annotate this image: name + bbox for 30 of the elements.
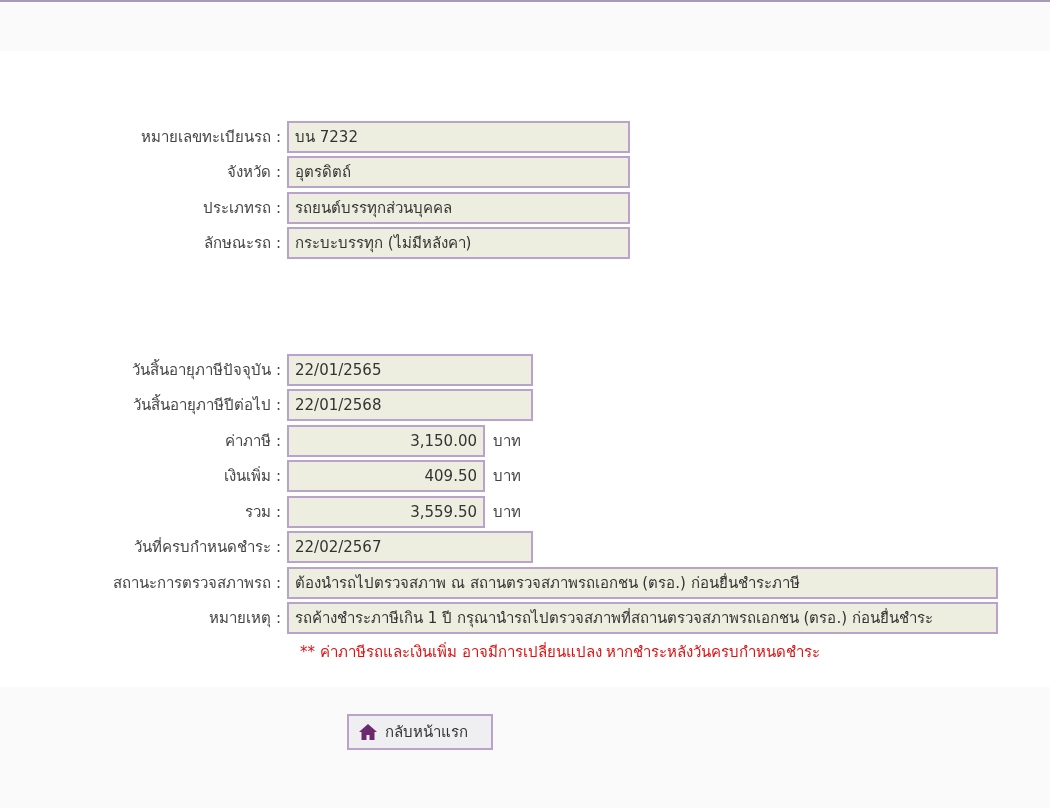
readonly-field[interactable]: บน 7232	[287, 120, 630, 153]
field-label: หมายเหตุ :	[208, 608, 282, 630]
readonly-field[interactable]: กระบะบรรทุก (ไม่มีหลังคา)	[287, 227, 630, 260]
currency-unit: บาท	[493, 466, 521, 488]
readonly-field[interactable]: 3,559.50	[287, 495, 485, 528]
field-label: รวม :	[244, 501, 282, 523]
field-label: ประเภทรถ :	[202, 197, 282, 219]
readonly-field[interactable]: อุตรดิตถ์	[287, 156, 630, 189]
readonly-field[interactable]: รถยนต์บรรทุกส่วนบุคคล	[287, 191, 630, 224]
readonly-field[interactable]: รถค้างชำระภาษีเกิน 1 ปี กรุณานำรถไปตรวจสภาพที่สถานตรวจสภาพรถเอกชน (ตรอ.) ก่อนยื่นชำระ	[287, 602, 998, 635]
warning-note: ** ค่าภาษีรถและเงินเพิ่ม อาจมีการเปลี่ยนแปลง หากชำระหลังวันครบกำหนดชำระ	[300, 641, 822, 663]
field-label: วันสิ้นอายุภาษีปีต่อไป :	[132, 393, 282, 417]
readonly-field[interactable]: 22/01/2565	[287, 353, 533, 386]
field-label: จังหวัด :	[226, 162, 282, 184]
readonly-field[interactable]: 3,150.00	[287, 424, 485, 457]
readonly-field[interactable]: 22/01/2568	[287, 389, 533, 422]
readonly-field[interactable]: 409.50	[287, 460, 485, 493]
home-icon	[359, 724, 377, 740]
currency-unit: บาท	[493, 430, 521, 452]
field-label: หมายเลขทะเบียนรถ :	[140, 126, 282, 148]
field-label: วันที่ครบกำหนดชำระ :	[133, 536, 282, 559]
home-button[interactable]: กลับหน้าแรก	[347, 714, 493, 750]
field-label: ค่าภาษี :	[224, 430, 282, 452]
field-label: เงินเพิ่ม :	[223, 465, 282, 488]
field-label: ลักษณะรถ :	[203, 233, 282, 255]
field-label: วันสิ้นอายุภาษีปัจจุบัน :	[131, 358, 282, 382]
currency-unit: บาท	[493, 501, 521, 523]
field-label: สถานะการตรวจสภาพรถ :	[112, 572, 282, 594]
readonly-field[interactable]: 22/02/2567	[287, 531, 533, 564]
readonly-field[interactable]: ต้องนำรถไปตรวจสภาพ ณ สถานตรวจสภาพรถเอกชน (ตรอ.) ก่อนยื่นชำระภาษี	[287, 566, 998, 599]
